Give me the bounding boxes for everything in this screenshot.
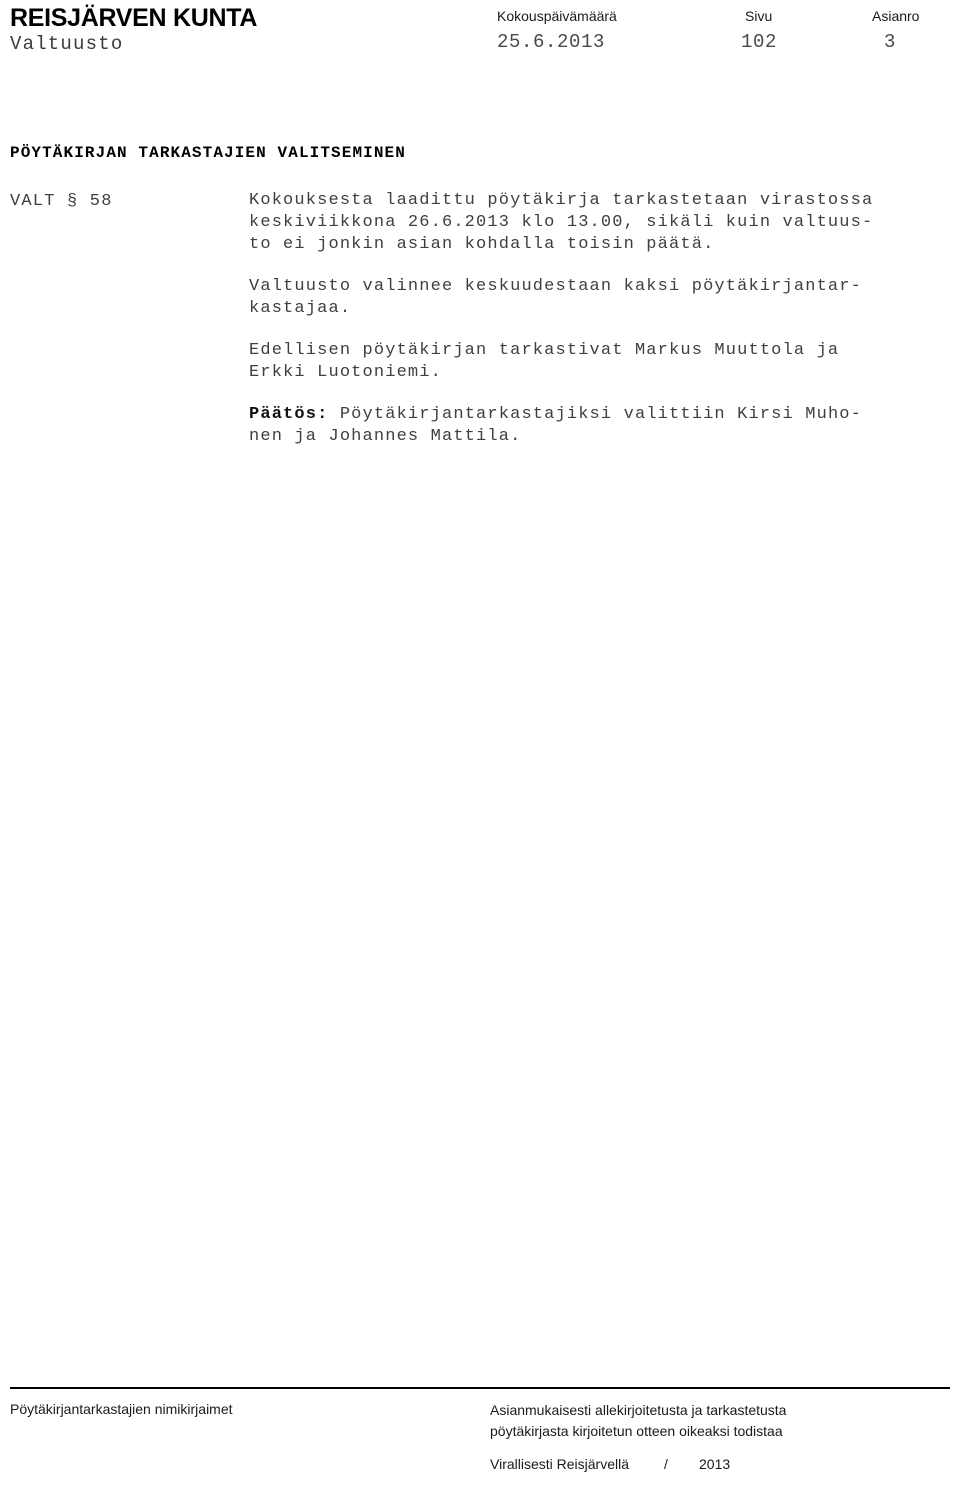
paragraph-meeting-inspection: Kokouksesta laadittu pöytäkirja tarkaste… <box>249 191 874 254</box>
footer-divider <box>10 1387 950 1389</box>
footer-cert-line-1: Asianmukaisesti allekirjoitetusta ja tar… <box>490 1402 787 1418</box>
case-number-label: Asianro <box>872 8 920 24</box>
footer-initials-note: Pöytäkirjantarkastajien nimikirjaimet <box>10 1401 233 1417</box>
paragraph-previous-inspectors: Edellisen pöytäkirjan tarkastivat Markus… <box>249 341 840 382</box>
meeting-date-label: Kokouspäivämäärä <box>497 8 617 24</box>
page-header: REISJÄRVEN KUNTA Valtuusto Kokouspäivämä… <box>0 0 960 70</box>
page-title: PÖYTÄKIRJAN TARKASTAJIEN VALITSEMINEN <box>10 144 406 162</box>
body-content: Kokouksesta laadittu pöytäkirja tarkaste… <box>249 190 949 448</box>
footer-officially-line: Virallisesti Reisjärvellä / 2013 <box>490 1456 731 1472</box>
page-number-label: Sivu <box>745 8 773 24</box>
decision-text: Pöytäkirjantarkastajiksi valittiin Kirsi… <box>249 405 862 446</box>
organization-body-name: Valtuusto <box>10 33 124 55</box>
meeting-date-value: 25.6.2013 <box>497 31 606 53</box>
section-reference: VALT § 58 <box>10 192 113 211</box>
decision-label: Päätös: <box>249 405 329 424</box>
paragraph-select-inspectors: Valtuusto valinnee keskuudestaan kaksi p… <box>249 277 862 318</box>
paragraph-decision: Päätös: Pöytäkirjantarkastajiksi valitti… <box>249 404 949 448</box>
footer-certification-block: Asianmukaisesti allekirjoitetusta ja tar… <box>490 1400 786 1508</box>
page-footer: Pöytäkirjantarkastajien nimikirjaimet As… <box>0 1394 960 1508</box>
organization-name: REISJÄRVEN KUNTA <box>10 4 258 32</box>
footer-certification-text: Asianmukaisesti allekirjoitetusta ja tar… <box>490 1400 786 1442</box>
page-number-value: 102 <box>741 31 778 53</box>
case-number-value: 3 <box>884 31 897 53</box>
footer-cert-line-2: pöytäkirjasta kirjoitetun otteen oikeaks… <box>490 1423 783 1439</box>
document-page: REISJÄRVEN KUNTA Valtuusto Kokouspäivämä… <box>0 0 960 1508</box>
